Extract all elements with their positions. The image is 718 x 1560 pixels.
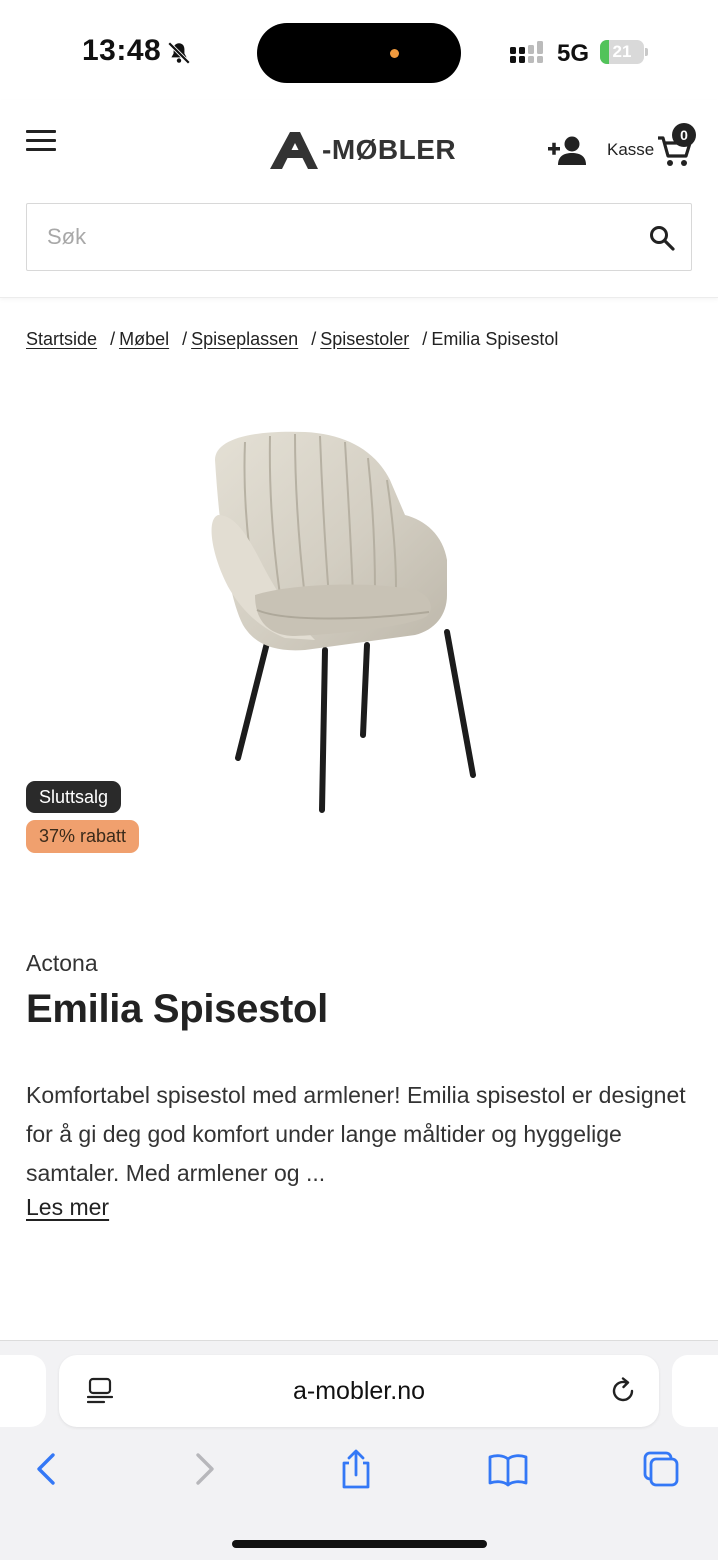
dynamic-island [257,23,461,83]
add-user-icon[interactable] [546,134,586,166]
battery-level: 21 [612,42,632,61]
breadcrumb-separator: / [182,329,188,349]
discount-badge: 37% rabatt [26,820,140,853]
battery-indicator: 21 [600,40,648,64]
search-input[interactable] [47,204,627,270]
forward-icon[interactable] [184,1449,224,1489]
breadcrumb-link-mobel[interactable]: Møbel [119,329,169,349]
network-type: 5G [557,40,590,67]
browser-chrome: a-mobler.no [0,1340,718,1560]
breadcrumb-link-spiseplassen[interactable]: Spiseplassen [191,329,298,349]
product-title: Emilia Spisestol [26,987,328,1031]
search-box[interactable] [26,203,692,271]
logo-text: -MØBLER [322,134,457,165]
status-bar: 13:48 5G 21 [0,0,718,100]
home-indicator[interactable] [232,1540,487,1548]
url-text[interactable]: a-mobler.no [59,1355,659,1427]
previous-tab-preview[interactable] [0,1355,46,1427]
cart-label[interactable]: Kasse [607,140,654,160]
breadcrumb-link-home[interactable]: Startside [26,329,97,349]
breadcrumb-separator: / [110,329,116,349]
product-image[interactable] [185,420,495,820]
bookmarks-icon[interactable] [488,1449,528,1489]
status-time: 13:48 [82,34,162,67]
browser-toolbar [0,1441,718,1501]
cart-count-badge[interactable]: 0 [672,123,696,147]
reload-icon[interactable] [609,1377,637,1405]
product-description: Komfortabel spisestol med armlener! Emil… [26,1082,686,1186]
breadcrumb-current: Emilia Spisestol [431,329,559,349]
read-more-link[interactable]: Les mer [26,1194,109,1221]
hamburger-menu-icon[interactable] [26,130,56,152]
logo-a-mark [270,132,318,169]
tabs-icon[interactable] [641,1449,681,1489]
site-logo[interactable]: -MØBLER [268,128,456,172]
product-brand[interactable]: Actona [26,950,98,977]
next-tab-preview[interactable] [672,1355,718,1427]
breadcrumb: Startside / Møbel / Spiseplassen / Spisesto… [26,329,558,350]
page-menu-icon[interactable] [87,1377,113,1405]
site-header: -MØBLER Kasse 0 [0,100,718,298]
address-bar[interactable]: a-mobler.no [59,1355,659,1427]
back-icon[interactable] [27,1449,67,1489]
breadcrumb-separator: / [311,329,317,349]
privacy-indicator-dot [390,49,399,58]
cellular-signal-icon [510,41,543,63]
breadcrumb-link-spisestoler[interactable]: Spisestoler [320,329,409,349]
search-icon[interactable] [649,225,675,251]
bell-slash-icon [167,41,191,65]
sale-badge: Sluttsalg [26,781,122,813]
breadcrumb-separator: / [422,329,428,349]
share-icon[interactable] [336,1449,376,1489]
